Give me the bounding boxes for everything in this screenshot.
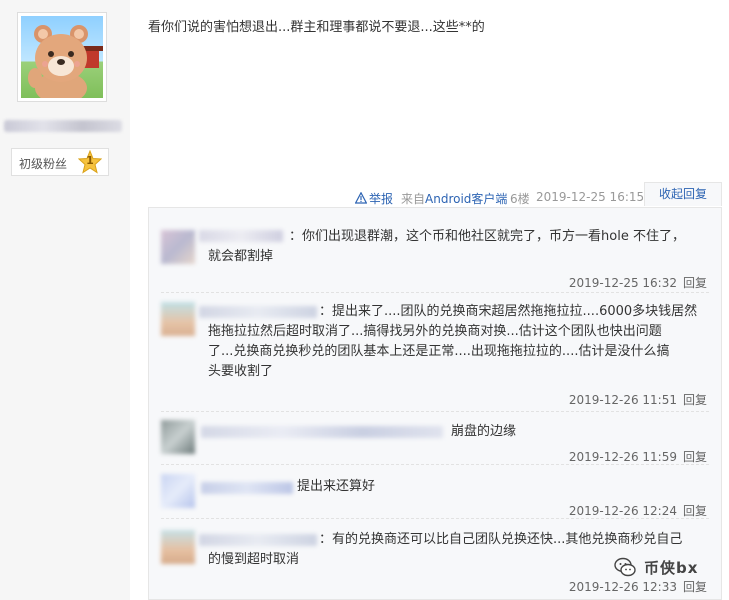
reply-text-cont: 就会都割掉	[208, 249, 274, 264]
reply-text: ：你们出现退群潮，这个币和他社区就完了，币方一看hole 不住了，	[289, 229, 685, 244]
fan-badge-label: 初级粉丝	[19, 157, 68, 171]
divider	[161, 518, 709, 519]
client-name-link[interactable]: Android客户端	[425, 192, 507, 206]
user-avatar[interactable]	[17, 12, 107, 102]
reply-meta: 2019-12-26 12:33 回复	[569, 578, 707, 595]
reply-list: ：你们出现退群潮，这个币和他社区就完了，币方一看hole 不住了， 就会都割掉 …	[148, 207, 722, 600]
reply-time: 2019-12-26 12:24	[568, 504, 677, 518]
reply-meta: 2019-12-25 16:32 回复	[569, 274, 707, 291]
reply-avatar[interactable]	[161, 230, 195, 264]
reply-meta: 2019-12-26 12:24 回复	[569, 502, 707, 519]
floor-number: 6楼	[510, 192, 530, 206]
reply-text-cont: 拖拖拉拉然后超时取消了...搞得找另外的兑换商对换...估计这个团队也快出问题	[208, 324, 662, 339]
reply-meta: 2019-12-26 11:51 回复	[569, 391, 707, 408]
reply-avatar[interactable]	[161, 420, 195, 454]
reply-button[interactable]: 回复	[683, 393, 707, 407]
reply-username-blurred[interactable]	[199, 534, 317, 546]
post-time: 2019-12-25 16:15	[536, 190, 645, 204]
reply-button[interactable]: 回复	[683, 450, 707, 464]
wechat-icon	[614, 557, 636, 577]
fan-level-number: 1	[86, 154, 94, 167]
fan-level-badge[interactable]: 初级粉丝 1	[11, 148, 109, 176]
collapse-replies-button[interactable]: 收起回复	[644, 182, 722, 206]
report-link[interactable]: 举报	[355, 190, 393, 207]
reply-text: 崩盘的边缘	[451, 424, 517, 439]
divider	[161, 411, 709, 412]
client-prefix: 来自	[401, 192, 426, 206]
reply-button[interactable]: 回复	[683, 580, 707, 594]
reply-time: 2019-12-26 11:59	[568, 450, 677, 464]
reply-time: 2019-12-26 11:51	[568, 393, 677, 407]
reply-avatar[interactable]	[161, 302, 195, 336]
post-meta: 举报 来自Android客户端 6楼 2019-12-25 16:15 收起回复	[0, 182, 729, 207]
reply-text: ：有的兑换商还可以比自己团队兑换还快...其他兑换商秒兑自己	[319, 532, 683, 547]
reply-avatar[interactable]	[161, 474, 195, 508]
reply-avatar[interactable]	[161, 530, 195, 564]
report-label: 举报	[369, 192, 394, 206]
user-sidebar: 初级粉丝 1	[0, 0, 130, 600]
divider	[161, 464, 709, 465]
reply-text-cont: 了...兑换商兑换秒兑的团队基本上还是正常....出现拖拖拉拉的....估计是没…	[208, 344, 670, 359]
reply-username-blurred[interactable]	[201, 426, 443, 438]
reply-meta: 2019-12-26 11:59 回复	[569, 448, 707, 465]
reply-time: 2019-12-25 16:32	[568, 276, 677, 290]
bear-avatar-image	[21, 16, 103, 98]
reply-text: ：提出来了....团队的兑换商宋超居然拖拖拉拉....6000多块钱居然	[319, 304, 698, 319]
wechat-watermark: 币侠bx	[614, 556, 724, 578]
divider	[161, 292, 709, 293]
post-content: 看你们说的害怕想退出...群主和理事都说不要退...这些**的	[148, 20, 485, 35]
reply-username-blurred[interactable]	[199, 230, 283, 242]
client-source: 来自Android客户端	[401, 190, 507, 207]
watermark-text: 币侠bx	[644, 559, 699, 577]
reply-text: 提出来还算好	[297, 479, 376, 494]
warning-icon	[355, 192, 367, 204]
reply-button[interactable]: 回复	[683, 276, 707, 290]
reply-username-blurred[interactable]	[201, 482, 293, 494]
reply-text-cont: 头要收割了	[208, 364, 274, 379]
reply-button[interactable]: 回复	[683, 504, 707, 518]
reply-time: 2019-12-26 12:33	[568, 580, 677, 594]
username-blurred[interactable]	[4, 120, 122, 132]
reply-username-blurred[interactable]	[199, 306, 317, 318]
